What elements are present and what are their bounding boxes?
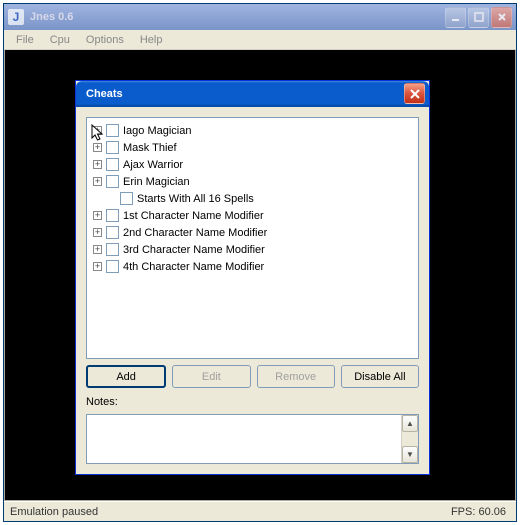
cheat-label: 1st Character Name Modifier: [123, 210, 264, 222]
minimize-button[interactable]: [445, 7, 466, 28]
remove-button: Remove: [257, 365, 335, 388]
chevron-down-icon: ▼: [406, 450, 414, 459]
expand-icon[interactable]: +: [93, 211, 102, 220]
cheat-label: Mask Thief: [123, 142, 177, 154]
cheat-checkbox[interactable]: [106, 243, 119, 256]
cheat-checkbox[interactable]: [106, 124, 119, 137]
maximize-button[interactable]: [468, 7, 489, 28]
scroll-down-button[interactable]: ▼: [402, 446, 418, 463]
expand-icon[interactable]: +: [93, 126, 102, 135]
cheat-item[interactable]: + Mask Thief: [89, 139, 416, 156]
cheat-tree[interactable]: + Iago Magician + Mask Thief + Ajax Warrior + E…: [86, 117, 419, 359]
cheat-item[interactable]: +3rd Character Name Modifier: [89, 241, 416, 258]
maximize-icon: [474, 12, 484, 22]
cheat-label: 2nd Character Name Modifier: [123, 227, 267, 239]
expand-icon[interactable]: +: [93, 177, 102, 186]
cheat-label: Iago Magician: [123, 125, 192, 137]
cheat-item[interactable]: +4th Character Name Modifier: [89, 258, 416, 275]
minimize-icon: [451, 12, 461, 22]
cheat-label: 3rd Character Name Modifier: [123, 244, 265, 256]
expand-icon[interactable]: +: [93, 160, 102, 169]
status-fps: FPS: 60.06: [451, 506, 514, 518]
cheat-checkbox[interactable]: [106, 260, 119, 273]
menu-options[interactable]: Options: [78, 32, 132, 48]
dialog-titlebar[interactable]: Cheats: [76, 81, 429, 107]
cheat-item[interactable]: + Iago Magician: [89, 122, 416, 139]
cheat-item[interactable]: + Erin Magician: [89, 173, 416, 190]
menubar: File Cpu Options Help: [4, 30, 516, 50]
tree-spacer: [107, 194, 116, 203]
cheat-label: 4th Character Name Modifier: [123, 261, 264, 273]
disable-all-button[interactable]: Disable All: [341, 365, 419, 388]
cheat-label: Starts With All 16 Spells: [137, 193, 254, 205]
dialog-close-button[interactable]: [404, 83, 425, 104]
add-button[interactable]: Add: [86, 365, 166, 388]
chevron-up-icon: ▲: [406, 419, 414, 428]
cheat-label: Erin Magician: [123, 176, 190, 188]
cheat-item[interactable]: +2nd Character Name Modifier: [89, 224, 416, 241]
cheat-label: Ajax Warrior: [123, 159, 183, 171]
cheat-checkbox[interactable]: [106, 141, 119, 154]
app-icon: J: [8, 9, 24, 25]
expand-icon[interactable]: +: [93, 262, 102, 271]
notes-textarea[interactable]: ▲ ▼: [86, 414, 419, 464]
expand-icon[interactable]: +: [93, 245, 102, 254]
cheat-checkbox[interactable]: [106, 209, 119, 222]
expand-icon[interactable]: +: [93, 143, 102, 152]
notes-scrollbar[interactable]: ▲ ▼: [401, 415, 418, 463]
main-title: Jnes 0.6: [28, 11, 445, 23]
cheat-checkbox[interactable]: [120, 192, 133, 205]
statusbar: Emulation paused FPS: 60.06: [4, 501, 516, 521]
scroll-up-button[interactable]: ▲: [402, 415, 418, 432]
cheat-item[interactable]: Starts With All 16 Spells: [89, 190, 416, 207]
dialog-title: Cheats: [84, 88, 404, 100]
close-icon: [497, 12, 507, 22]
status-emulation: Emulation paused: [6, 506, 451, 518]
close-button[interactable]: [491, 7, 512, 28]
cheat-item[interactable]: +1st Character Name Modifier: [89, 207, 416, 224]
cheats-dialog: Cheats + Iago Magician + Mask Thief + Ajax Wa…: [75, 80, 430, 475]
close-icon: [409, 88, 421, 100]
menu-help[interactable]: Help: [132, 32, 171, 48]
cheat-checkbox[interactable]: [106, 175, 119, 188]
main-titlebar[interactable]: J Jnes 0.6: [4, 4, 516, 30]
menu-cpu[interactable]: Cpu: [42, 32, 78, 48]
expand-icon[interactable]: +: [93, 228, 102, 237]
edit-button: Edit: [172, 365, 250, 388]
cheat-item[interactable]: + Ajax Warrior: [89, 156, 416, 173]
menu-file[interactable]: File: [8, 32, 42, 48]
cheat-checkbox[interactable]: [106, 226, 119, 239]
notes-label: Notes:: [86, 396, 419, 408]
dialog-button-row: Add Edit Remove Disable All: [86, 365, 419, 388]
cheat-checkbox[interactable]: [106, 158, 119, 171]
